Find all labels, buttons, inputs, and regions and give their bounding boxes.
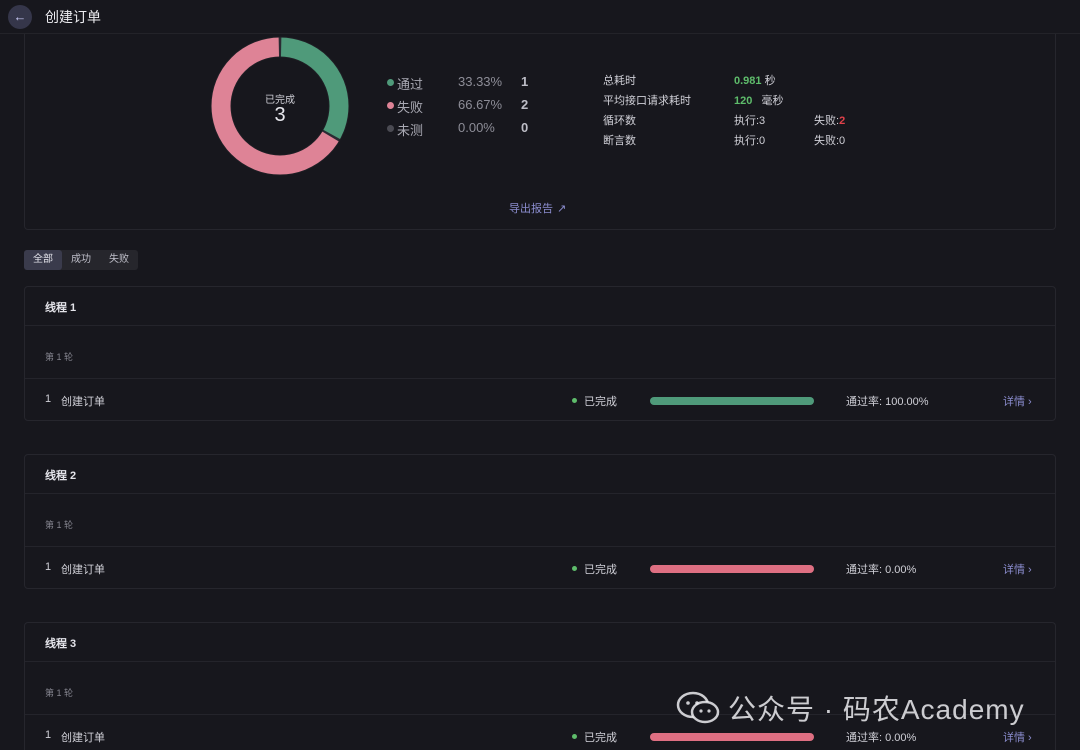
back-button[interactable]: ← xyxy=(8,4,32,29)
thread-title: 线程 3 xyxy=(45,638,77,650)
thread-card: 线程 2 第 1 轮 1 创建订单 已完成 通过率: 0.00% 详情 › xyxy=(24,454,1056,589)
stat-total-time: 总耗时 0.981 秒 xyxy=(603,72,903,92)
assert-fail: 失败:0 xyxy=(814,135,846,147)
page-title: 创建订单 xyxy=(45,8,101,25)
status-dot-icon xyxy=(572,566,577,571)
legend-percent: 66.67% xyxy=(458,97,503,112)
request-name: 创建订单 xyxy=(61,732,105,744)
thread-title: 线程 2 xyxy=(45,470,77,482)
detail-link[interactable]: 详情 › xyxy=(1003,561,1032,577)
legend-item-pass: 通过 33.33% 1 xyxy=(387,74,547,97)
legend-percent: 0.00% xyxy=(458,120,495,135)
legend-name: 通过 xyxy=(397,77,424,92)
pass-progress-bar xyxy=(650,733,814,741)
status-dot-icon xyxy=(572,398,577,403)
pass-progress-bar xyxy=(650,565,814,573)
divider xyxy=(25,493,1055,494)
export-report-link[interactable]: 导出报告 ↗ xyxy=(509,200,566,216)
top-bar: ← 创建订单 xyxy=(0,0,1080,34)
loop-fail-label: 失败: xyxy=(814,115,840,127)
legend-count: 2 xyxy=(521,97,529,112)
legend-item-untested: 未测 0.00% 0 xyxy=(387,120,547,143)
row-index: 1 xyxy=(45,729,52,741)
stat-loops: 循环数 执行:3 失败:2 xyxy=(603,112,903,132)
row-index: 1 xyxy=(45,561,52,573)
stat-label: 平均接口请求耗时 xyxy=(603,95,691,107)
thread-title: 线程 1 xyxy=(45,302,77,314)
avg-time-unit: 毫秒 xyxy=(761,95,784,107)
donut-center-count: 3 xyxy=(274,104,286,126)
stats-panel: 总耗时 0.981 秒 平均接口请求耗时 120 毫秒 循环数 执行:3 失败:… xyxy=(603,72,903,152)
stat-label: 总耗时 xyxy=(603,75,636,87)
status-dot-icon xyxy=(572,734,577,739)
pass-rate: 通过率: 100.00% xyxy=(846,396,929,408)
stat-label: 断言数 xyxy=(603,135,636,147)
status-text: 已完成 xyxy=(584,564,617,576)
external-link-icon: ↗ xyxy=(557,203,567,215)
detail-link[interactable]: 详情 › xyxy=(1003,393,1032,409)
watermark: 公众号 · 码农Academy xyxy=(676,688,1025,728)
avg-time-value: 120 xyxy=(734,95,753,107)
wechat-icon xyxy=(676,691,720,724)
export-report-label: 导出报告 xyxy=(509,203,553,215)
summary-card: 已完成 3 通过 33.33% 1 失败 66.67% 2 未测 0.00% 0… xyxy=(24,34,1056,230)
round-label: 第 1 轮 xyxy=(45,688,74,698)
total-time-unit: 秒 xyxy=(764,75,776,87)
watermark-text: 公众号 · 码农Academy xyxy=(728,694,1025,725)
divider xyxy=(25,325,1055,326)
legend-count: 1 xyxy=(521,74,529,89)
result-legend: 通过 33.33% 1 失败 66.67% 2 未测 0.00% 0 xyxy=(387,74,547,143)
filter-tab-success[interactable]: 成功 xyxy=(62,250,100,270)
pass-rate: 通过率: 0.00% xyxy=(846,732,917,744)
row-index: 1 xyxy=(45,393,52,405)
stat-value: 0.981 秒 xyxy=(734,72,776,88)
arrow-left-icon: ← xyxy=(13,9,27,24)
detail-link[interactable]: 详情 › xyxy=(1003,729,1032,745)
legend-item-fail: 失败 66.67% 2 xyxy=(387,97,547,120)
legend-percent: 33.33% xyxy=(458,74,503,89)
filter-tab-fail[interactable]: 失败 xyxy=(100,250,138,270)
stat-label: 循环数 xyxy=(603,115,636,127)
round-label: 第 1 轮 xyxy=(45,352,74,362)
stat-value: 120 毫秒 xyxy=(734,92,784,108)
loop-fail-value: 2 xyxy=(839,115,846,127)
legend-name: 失败 xyxy=(397,100,424,115)
request-name: 创建订单 xyxy=(61,396,105,408)
filter-tab-all[interactable]: 全部 xyxy=(24,250,62,270)
loop-fail: 失败:2 xyxy=(814,112,845,128)
stat-assertions: 断言数 执行:0 失败:0 xyxy=(603,132,903,152)
status-text: 已完成 xyxy=(584,396,617,408)
legend-count: 0 xyxy=(521,120,529,135)
thread-card: 线程 1 第 1 轮 1 创建订单 已完成 通过率: 100.00% 详情 › xyxy=(24,286,1056,421)
assert-exec: 执行:0 xyxy=(734,135,766,147)
result-filter-tabs: 全部 成功 失败 xyxy=(24,250,138,270)
thread-card: 线程 3 第 1 轮 1 创建订单 已完成 通过率: 0.00% 详情 › xyxy=(24,622,1056,750)
legend-dot-icon xyxy=(387,102,394,109)
loop-exec: 执行:3 xyxy=(734,115,766,127)
stat-avg-time: 平均接口请求耗时 120 毫秒 xyxy=(603,92,903,112)
request-row: 1 创建订单 已完成 通过率: 100.00% 详情 › xyxy=(25,379,1055,421)
pass-rate: 通过率: 0.00% xyxy=(846,564,917,576)
divider xyxy=(25,661,1055,662)
round-label: 第 1 轮 xyxy=(45,520,74,530)
request-row: 1 创建订单 已完成 通过率: 0.00% 详情 › xyxy=(25,547,1055,589)
total-time-value: 0.981 xyxy=(734,75,762,87)
status-text: 已完成 xyxy=(584,732,617,744)
request-name: 创建订单 xyxy=(61,564,105,576)
legend-dot-icon xyxy=(387,125,394,132)
legend-name: 未测 xyxy=(397,123,424,138)
pass-progress-bar xyxy=(650,397,814,405)
legend-dot-icon xyxy=(387,79,394,86)
